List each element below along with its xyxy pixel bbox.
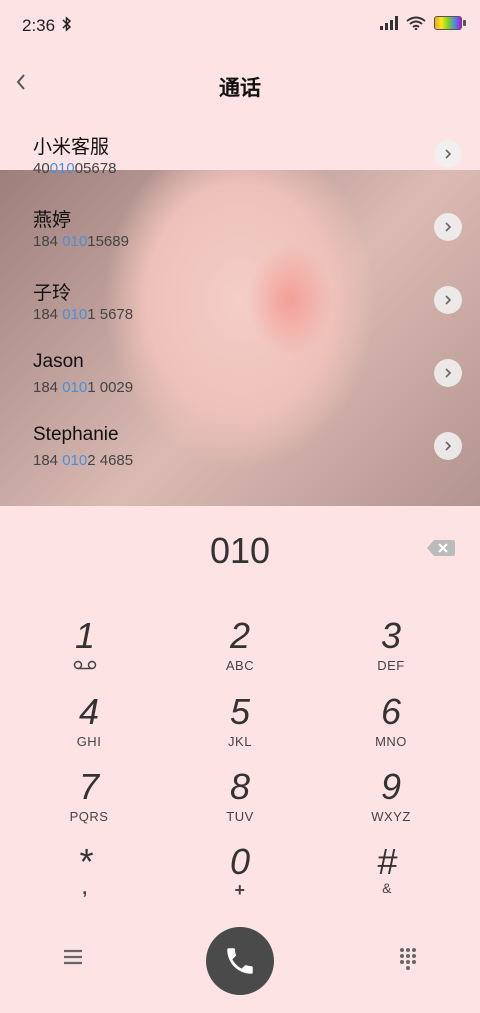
- voicemail-icon: [73, 660, 97, 670]
- key-digit: *: [77, 841, 92, 882]
- contact-item[interactable]: Jason 184 0101 0029: [0, 337, 480, 410]
- contact-item[interactable]: 小米客服 4001005678: [0, 118, 480, 191]
- key-digit: 1: [74, 615, 96, 656]
- key-letters: JKL: [228, 734, 252, 749]
- key-digit: 5: [229, 691, 251, 732]
- number-match: 010: [62, 452, 88, 469]
- contact-item[interactable]: 子玲 184 0101 5678: [0, 264, 480, 337]
- key-digit: 0: [229, 841, 251, 882]
- number-match: 010: [49, 160, 75, 177]
- contact-number: 184 0101 0029: [33, 379, 133, 396]
- number-match: 010: [62, 306, 88, 323]
- contact-name: Stephanie: [33, 424, 119, 445]
- key-0[interactable]: 0 +: [185, 842, 295, 912]
- key-5[interactable]: 5 JKL: [185, 692, 295, 762]
- key-letters: &: [382, 880, 392, 896]
- key-digit: 2: [229, 615, 251, 656]
- key-digit: 3: [380, 615, 402, 656]
- key-8[interactable]: 8 TUV: [185, 767, 295, 837]
- key-1[interactable]: 1: [30, 616, 140, 686]
- number-match: 010: [62, 379, 88, 396]
- contact-name: Jason: [33, 351, 84, 372]
- status-icons: [380, 16, 466, 30]
- contact-name: 子玲: [33, 283, 72, 304]
- key-digit: 8: [229, 766, 251, 807]
- contact-name: 燕婷: [33, 210, 72, 231]
- key-2[interactable]: 2 ABC: [185, 616, 295, 686]
- number-suffix: 1 0029: [87, 379, 134, 396]
- key-digit: 7: [78, 766, 100, 807]
- signal-icon: [380, 16, 398, 30]
- chevron-right-icon[interactable]: [434, 432, 462, 460]
- number-prefix: 184: [33, 233, 63, 250]
- key-hash[interactable]: # &: [332, 842, 442, 912]
- key-letters: WXYZ: [371, 809, 411, 824]
- key-9[interactable]: 9 WXYZ: [336, 767, 446, 837]
- number-match: 010: [62, 233, 88, 250]
- battery-icon: [434, 16, 466, 30]
- number-prefix: 184: [33, 306, 63, 323]
- contact-number: 184 01015689: [33, 233, 129, 250]
- key-letters: MNO: [375, 734, 407, 749]
- key-digit: 4: [78, 691, 100, 732]
- number-prefix: 40: [33, 160, 50, 177]
- number-suffix: 15689: [87, 233, 129, 250]
- phone-icon: [227, 948, 253, 974]
- chevron-right-icon[interactable]: [434, 359, 462, 387]
- key-letters: GHI: [76, 734, 102, 749]
- key-7[interactable]: 7 PQRS: [34, 767, 144, 837]
- status-bar: 2:36: [0, 0, 480, 52]
- menu-icon[interactable]: [62, 948, 84, 966]
- key-letters: DEF: [377, 658, 405, 673]
- contact-number: 4001005678: [33, 160, 116, 177]
- key-letters: PQRS: [69, 809, 109, 824]
- bluetooth-icon: [62, 16, 72, 35]
- contact-number: 184 0102 4685: [33, 452, 133, 469]
- number-suffix: 2 4685: [87, 452, 134, 469]
- wifi-icon: [406, 16, 426, 30]
- number-suffix: 1 5678: [87, 306, 134, 323]
- contact-number: 184 0101 5678: [33, 306, 133, 323]
- contact-name: 小米客服: [33, 137, 110, 158]
- chevron-right-icon[interactable]: [434, 286, 462, 314]
- chevron-right-icon[interactable]: [434, 140, 462, 168]
- call-button[interactable]: [206, 927, 274, 995]
- key-6[interactable]: 6 MNO: [336, 692, 446, 762]
- key-digit: 6: [380, 691, 402, 732]
- page-title: 通话: [219, 77, 261, 100]
- number-suffix: 05678: [74, 160, 117, 177]
- key-letters: +: [234, 880, 246, 900]
- bottom-bar: [0, 924, 480, 1004]
- header: 通话: [0, 52, 480, 116]
- contact-item[interactable]: 燕婷 184 01015689: [0, 191, 480, 264]
- key-star[interactable]: * ,: [30, 842, 140, 912]
- status-time: 2:36: [22, 16, 56, 35]
- backspace-icon[interactable]: [426, 538, 456, 558]
- key-digit: 9: [380, 766, 402, 807]
- matching-contacts-list[interactable]: 小米客服 4001005678 燕婷 184 01015689 子玲 184 0…: [0, 118, 480, 506]
- contact-item[interactable]: Stephanie 184 0102 4685: [0, 410, 480, 483]
- key-3[interactable]: 3 DEF: [336, 616, 446, 686]
- key-letters: ,: [82, 878, 88, 898]
- number-prefix: 184: [33, 452, 63, 469]
- key-4[interactable]: 4 GHI: [34, 692, 144, 762]
- dialed-number[interactable]: 010: [0, 530, 480, 572]
- key-digit: #: [376, 841, 398, 882]
- chevron-right-icon[interactable]: [434, 213, 462, 241]
- key-letters: TUV: [226, 809, 254, 824]
- key-letters: ABC: [225, 658, 255, 673]
- number-prefix: 184: [33, 379, 63, 396]
- keypad-icon[interactable]: [398, 946, 418, 970]
